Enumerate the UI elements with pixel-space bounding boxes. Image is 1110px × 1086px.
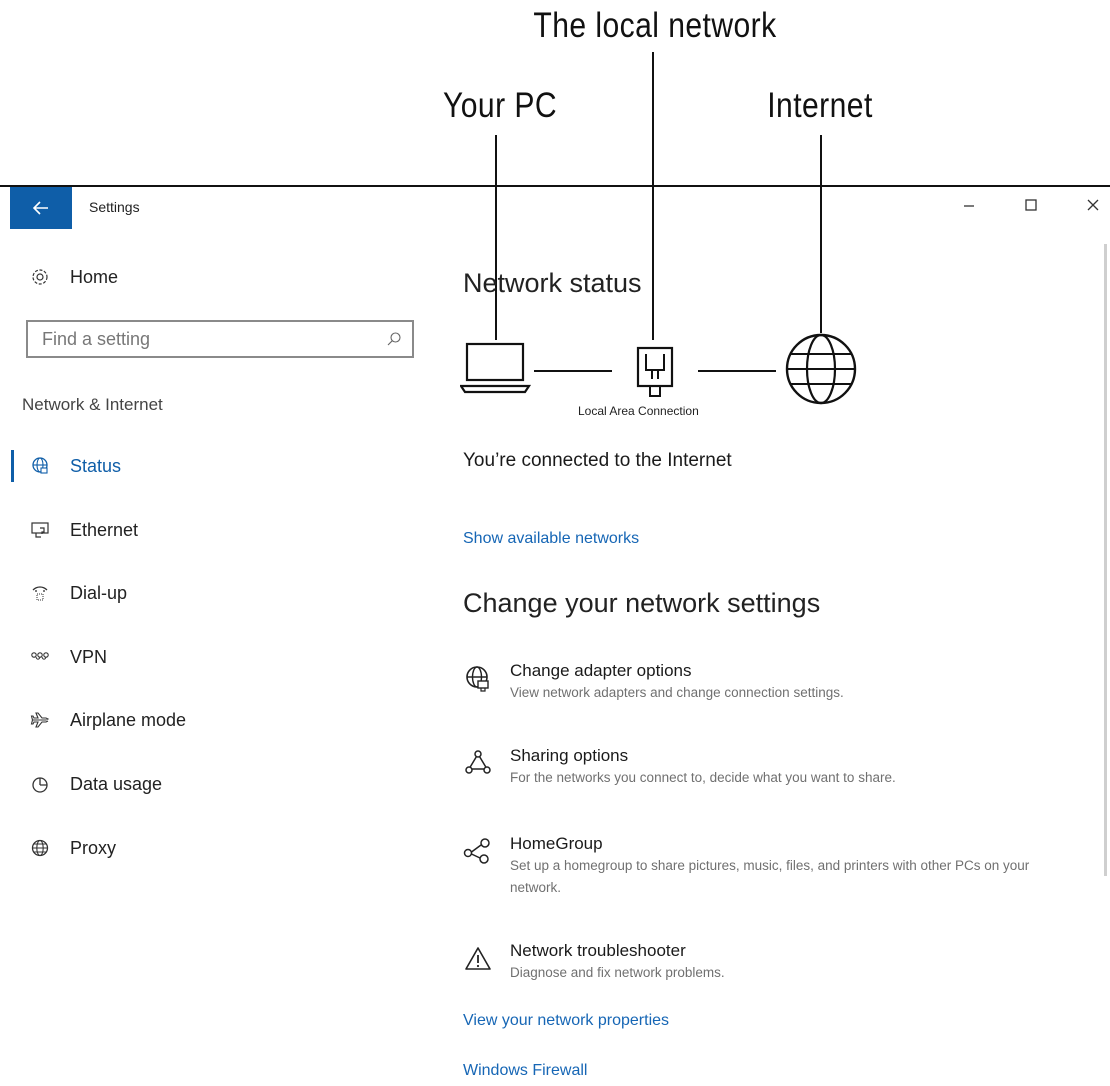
globe-status-icon	[30, 456, 50, 476]
sidebar-item-airplane[interactable]: Airplane mode	[30, 705, 186, 735]
callout-line-local-network	[652, 52, 654, 340]
option-change-adapter[interactable]: Change adapter options View network adap…	[463, 660, 1030, 704]
sidebar-item-dialup[interactable]: Dial-up	[30, 578, 127, 608]
show-available-networks-link[interactable]: Show available networks	[463, 530, 639, 548]
vpn-icon	[30, 647, 50, 667]
arrow-left-icon	[33, 201, 48, 215]
scrollbar[interactable]	[1104, 244, 1107, 876]
sidebar-item-status[interactable]: Status	[30, 451, 121, 481]
homegroup-icon	[463, 838, 490, 864]
sidebar-item-data-usage[interactable]: Data usage	[30, 769, 162, 799]
close-icon	[1087, 199, 1099, 211]
option-description: Set up a homegroup to share pictures, mu…	[510, 858, 1030, 895]
sharing-icon	[465, 750, 491, 774]
option-sharing[interactable]: Sharing options For the networks you con…	[463, 745, 1030, 789]
maximize-button[interactable]	[1016, 196, 1046, 217]
sidebar-item-label: Status	[70, 455, 122, 476]
search-icon[interactable]	[386, 331, 402, 347]
change-settings-heading: Change your network settings	[463, 588, 821, 618]
internet-globe-icon	[785, 333, 857, 405]
back-button[interactable]	[10, 187, 72, 229]
callout-internet: Internet	[767, 86, 873, 125]
page-title: Network status	[463, 268, 642, 298]
option-homegroup[interactable]: HomeGroup Set up a homegroup to share pi…	[463, 833, 1030, 899]
close-button[interactable]	[1078, 196, 1108, 217]
dialup-icon	[30, 583, 50, 603]
pie-chart-icon	[30, 774, 50, 794]
option-description: View network adapters and change connect…	[510, 685, 844, 700]
sidebar-item-label: Ethernet	[70, 519, 139, 540]
search-box[interactable]	[26, 320, 414, 358]
option-description: Diagnose and fix network problems.	[510, 965, 725, 980]
minimize-button[interactable]	[954, 196, 984, 217]
window-title: Settings	[89, 199, 140, 215]
callout-local-network: The local network	[533, 6, 777, 45]
airplane-icon	[30, 710, 50, 730]
callout-your-pc: Your PC	[442, 86, 558, 125]
option-title: HomeGroup	[510, 834, 603, 853]
sidebar-item-label: Airplane mode	[70, 709, 187, 730]
sidebar-home[interactable]: Home	[30, 262, 118, 292]
active-indicator	[11, 450, 14, 482]
ethernet-port-icon	[636, 346, 674, 397]
sidebar-item-label: Dial-up	[70, 582, 128, 603]
callout-line-pc	[495, 135, 497, 340]
sidebar-home-label: Home	[70, 266, 119, 287]
section-label: Network & Internet	[22, 395, 163, 414]
view-network-properties-link[interactable]: View your network properties	[463, 1012, 669, 1030]
option-network-troubleshooter[interactable]: Network troubleshooter Diagnose and fix …	[463, 940, 1030, 984]
laptop-icon	[460, 342, 532, 394]
adapter-icon	[466, 666, 489, 692]
maximize-icon	[1025, 199, 1037, 211]
globe-icon	[30, 838, 50, 858]
connection-status: You’re connected to the Internet	[463, 450, 732, 471]
sidebar-item-proxy[interactable]: Proxy	[30, 833, 116, 863]
sidebar-item-vpn[interactable]: VPN	[30, 642, 107, 672]
ethernet-icon	[30, 520, 50, 540]
option-title: Change adapter options	[510, 661, 692, 680]
sidebar-item-label: Proxy	[70, 837, 117, 858]
search-input[interactable]	[40, 327, 364, 351]
gear-icon	[30, 267, 50, 287]
warning-icon	[465, 947, 491, 970]
sidebar-item-label: VPN	[70, 646, 108, 667]
callout-line-internet	[820, 135, 822, 333]
network-diagram	[460, 333, 857, 405]
option-title: Sharing options	[510, 746, 629, 765]
option-description: For the networks you connect to, decide …	[510, 770, 896, 785]
sidebar-item-ethernet[interactable]: Ethernet	[30, 515, 138, 545]
minimize-icon	[964, 205, 974, 207]
connection-label: Local Area Connection	[578, 404, 699, 418]
sidebar-item-label: Data usage	[70, 773, 163, 794]
window-top-border	[0, 185, 1110, 187]
option-title: Network troubleshooter	[510, 941, 686, 960]
windows-firewall-link[interactable]: Windows Firewall	[463, 1062, 587, 1080]
